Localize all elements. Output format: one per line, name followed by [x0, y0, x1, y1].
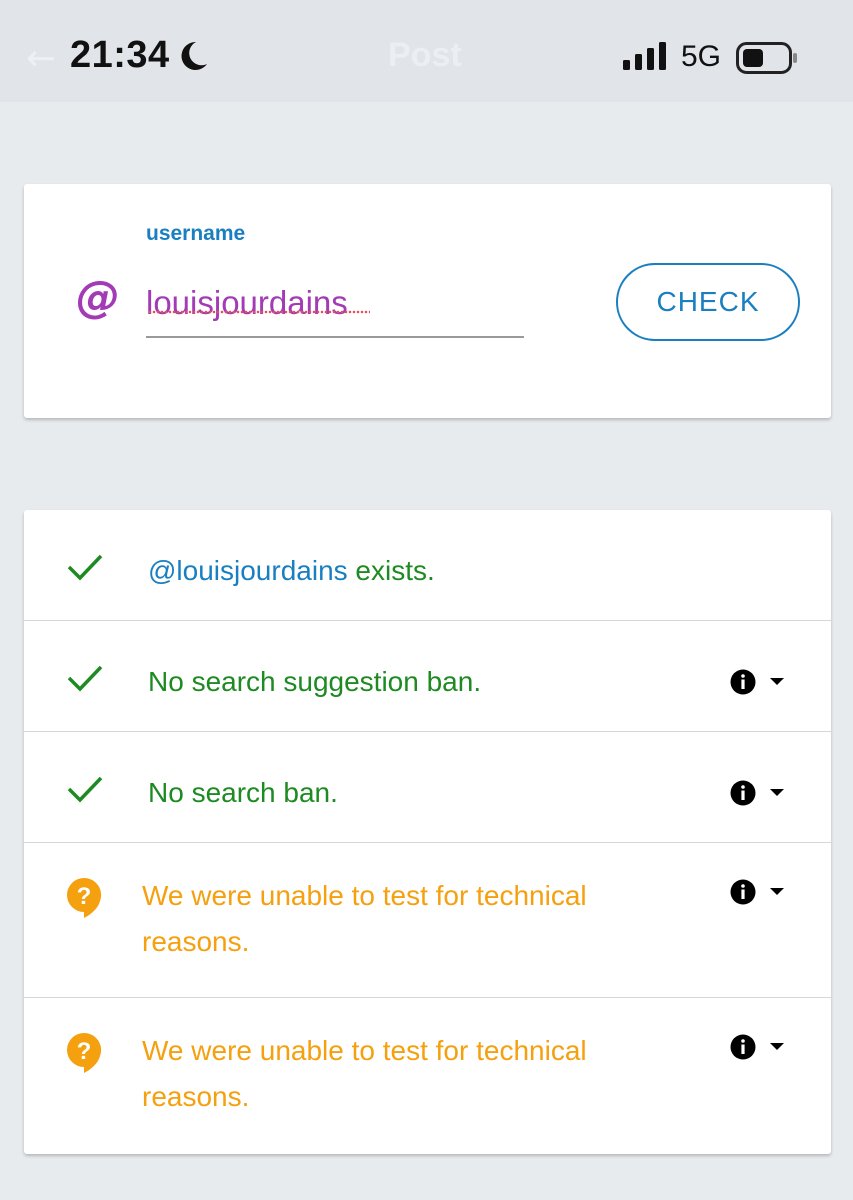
- details-toggle[interactable]: [730, 1034, 784, 1060]
- result-text-search-ban: No search ban.: [148, 777, 338, 808]
- moon-icon: [178, 40, 208, 77]
- svg-text:?: ?: [77, 1038, 92, 1065]
- result-row-exists: @louisjourdains exists.: [24, 510, 831, 621]
- details-toggle[interactable]: [730, 780, 784, 806]
- chevron-down-icon[interactable]: [770, 789, 784, 797]
- username-handle: @louisjourdains: [148, 555, 348, 586]
- at-icon: @: [76, 272, 120, 323]
- chevron-down-icon[interactable]: [770, 678, 784, 686]
- result-text-exists: @louisjourdains exists.: [148, 548, 668, 594]
- check-icon: [66, 774, 104, 809]
- info-icon[interactable]: [730, 780, 756, 806]
- network-type: 5G: [681, 40, 722, 73]
- details-toggle[interactable]: [730, 879, 784, 905]
- ghost-title: Post: [388, 36, 462, 74]
- check-button[interactable]: CHECK: [616, 263, 800, 341]
- username-check-card: username @ CHECK: [24, 184, 831, 418]
- info-icon[interactable]: [730, 879, 756, 905]
- results-card: @louisjourdains exists. No search sugges…: [24, 510, 831, 1154]
- username-input[interactable]: [146, 270, 524, 338]
- details-toggle[interactable]: [730, 669, 784, 695]
- chevron-down-icon[interactable]: [770, 888, 784, 896]
- exists-text: exists.: [347, 555, 435, 586]
- result-row-search-ban: No search ban.: [24, 732, 831, 843]
- username-label: username: [146, 222, 246, 245]
- info-icon[interactable]: [730, 1034, 756, 1060]
- signal-icon: [623, 42, 669, 75]
- result-row-suggestion-ban: No search suggestion ban.: [24, 621, 831, 732]
- status-time: 21:34: [70, 34, 170, 76]
- battery-icon: [736, 42, 798, 79]
- result-text-unknown-2: We were unable to test for technical rea…: [142, 1035, 587, 1112]
- info-icon[interactable]: [730, 669, 756, 695]
- check-icon: [66, 552, 104, 587]
- result-row-unknown-1: ? We were unable to test for technical r…: [24, 843, 831, 998]
- result-text-suggestion-ban: No search suggestion ban.: [148, 666, 482, 697]
- status-bar: ← Post 21:34 5G: [0, 0, 853, 102]
- question-bubble-icon: ?: [66, 877, 102, 924]
- back-arrow-icon: ←: [26, 38, 57, 79]
- svg-text:?: ?: [77, 883, 92, 910]
- result-row-unknown-2: ? We were unable to test for technical r…: [24, 998, 831, 1154]
- chevron-down-icon[interactable]: [770, 1043, 784, 1051]
- check-icon: [66, 663, 104, 698]
- result-text-unknown-1: We were unable to test for technical rea…: [142, 880, 587, 957]
- question-bubble-icon: ?: [66, 1032, 102, 1079]
